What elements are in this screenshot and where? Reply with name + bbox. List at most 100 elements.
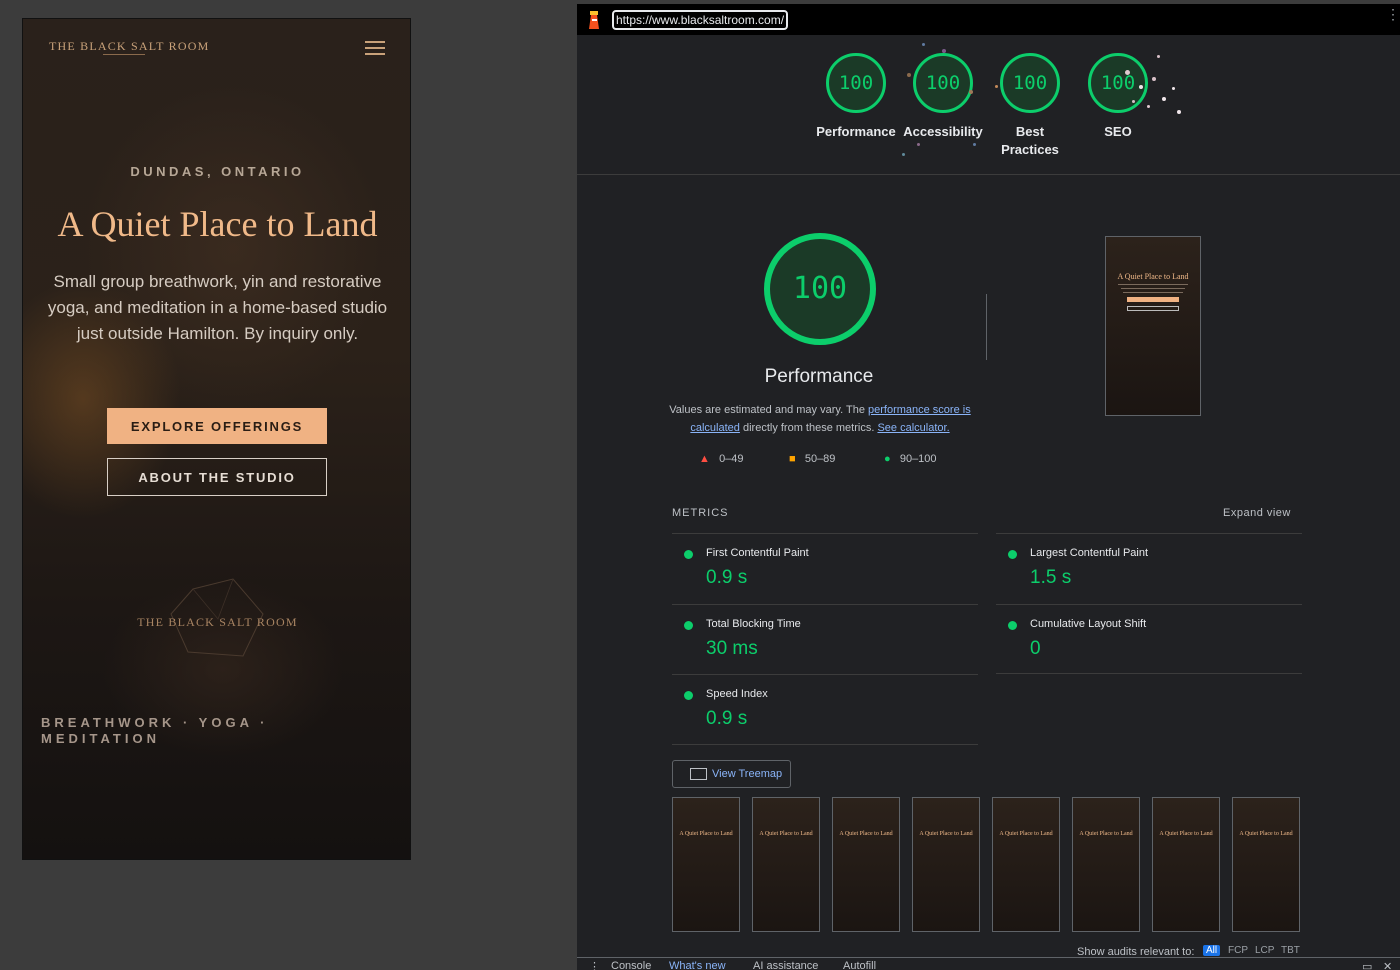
frame-title: A Quiet Place to Land (1239, 831, 1293, 837)
treemap-icon (690, 768, 707, 780)
pass-indicator-icon (1008, 621, 1017, 630)
report-topbar: https://www.blacksaltroom.com/ ⋮ (577, 4, 1400, 35)
treemap-label: View Treemap (712, 768, 783, 780)
filter-tbt[interactable]: TBT (1278, 945, 1303, 956)
metric-name: Speed Index (706, 688, 768, 700)
category-gauges: 100 Performance 100 Accessibility 100 Be… (577, 35, 1400, 175)
report-url[interactable]: https://www.blacksaltroom.com/ (612, 10, 789, 30)
lighthouse-report: https://www.blacksaltroom.com/ ⋮ 100 Per… (577, 4, 1400, 970)
tab-ai-assistance[interactable]: AI assistance (753, 960, 818, 970)
frame-title: A Quiet Place to Land (999, 831, 1053, 837)
filter-fcp[interactable]: FCP (1225, 945, 1251, 956)
gauge-best-practices[interactable]: 100 Best Practices (985, 53, 1075, 159)
gauge-score: 100 (913, 53, 973, 113)
lighthouse-logo-icon (589, 11, 599, 29)
drawer-menu-icon[interactable]: ⋮ (589, 960, 600, 970)
legend-fail: ▲ 0–49 (699, 453, 744, 465)
frame-title: A Quiet Place to Land (919, 831, 973, 837)
legend-pass: ● 90–100 (884, 453, 937, 465)
frame-title: A Quiet Place to Land (1159, 831, 1213, 837)
close-icon[interactable]: ✕ (1383, 960, 1392, 970)
legend-average: ■ 50–89 (789, 453, 835, 465)
dock-icon[interactable]: ▭ (1362, 960, 1372, 970)
devtools-drawer: ⋮ Console What's new AI assistance Autof… (577, 957, 1400, 970)
screenshot-title: A Quiet Place to Land (1117, 272, 1189, 281)
metric-name: First Contentful Paint (706, 547, 809, 559)
hero-title: A Quiet Place to Land (57, 204, 378, 244)
metric-value: 30 ms (706, 638, 758, 659)
gauge-score: 100 (826, 53, 886, 113)
location-eyebrow: DUNDAS, ONTARIO (130, 164, 305, 179)
desc-text: Values are estimated and may vary. The (669, 404, 868, 416)
metric-name: Cumulative Layout Shift (1030, 618, 1147, 630)
metric-tbt: Total Blocking Time 30 ms (672, 604, 978, 675)
metric-value: 0.9 s (706, 567, 748, 588)
footer-logo-text: THE BLACK SALT ROOM (137, 615, 298, 629)
filmstrip-frame: A Quiet Place to Land (1152, 797, 1220, 932)
frame-title: A Quiet Place to Land (1079, 831, 1133, 837)
filmstrip-frame: A Quiet Place to Land (1072, 797, 1140, 932)
gauge-label: Performance (816, 124, 896, 139)
pass-indicator-icon (684, 550, 693, 559)
triangle-icon: ▲ (699, 453, 710, 465)
hamburger-menu-icon[interactable] (365, 41, 385, 55)
legend-range: 90–100 (899, 453, 937, 465)
metric-value: 0 (1030, 638, 1041, 659)
pass-indicator-icon (684, 621, 693, 630)
gauge-performance[interactable]: 100 Performance (811, 53, 901, 141)
pass-indicator-icon (1008, 550, 1017, 559)
legend-range: 0–49 (719, 453, 744, 465)
legend-range: 50–89 (804, 453, 836, 465)
divider (986, 294, 987, 360)
metric-name: Largest Contentful Paint (1030, 547, 1149, 559)
gauge-score: 100 (1088, 53, 1148, 113)
expand-view-toggle[interactable]: Expand view (1223, 507, 1291, 519)
filmstrip-frame: A Quiet Place to Land (672, 797, 740, 932)
metric-cls: Cumulative Layout Shift 0 (996, 604, 1302, 675)
metric-fcp: First Contentful Paint 0.9 s (672, 533, 978, 604)
mobile-site-preview: THE BLACK SALT ROOM DUNDAS, ONTARIO A Qu… (22, 18, 411, 860)
tab-autofill[interactable]: Autofill (843, 960, 876, 970)
metric-speed-index: Speed Index 0.9 s (672, 674, 978, 745)
site-brand[interactable]: THE BLACK SALT ROOM (49, 39, 209, 54)
square-icon: ■ (789, 453, 796, 465)
filter-all[interactable]: All (1203, 945, 1221, 956)
filmstrip-frame: A Quiet Place to Land (992, 797, 1060, 932)
metric-name: Total Blocking Time (706, 618, 801, 630)
brand-underline (103, 54, 145, 55)
desc-text: directly from these metrics. (739, 422, 875, 434)
divider (996, 673, 1302, 674)
frame-title: A Quiet Place to Land (839, 831, 893, 837)
performance-title: Performance (764, 366, 874, 387)
site-tagline: BREATHWORK · YOGA · MEDITATION (41, 715, 269, 746)
performance-score-gauge: 100 (764, 233, 876, 345)
gauge-label: SEO (1104, 124, 1132, 139)
metric-value: 0.9 s (706, 708, 748, 729)
pass-indicator-icon (684, 691, 693, 700)
metric-lcp: Largest Contentful Paint 1.5 s (996, 533, 1302, 604)
gauge-seo[interactable]: 100 SEO (1073, 53, 1163, 141)
circle-icon: ● (884, 453, 891, 465)
see-calculator-link[interactable]: See calculator. (877, 422, 949, 434)
view-treemap-button[interactable]: View Treemap (672, 760, 791, 788)
final-screenshot[interactable]: A Quiet Place to Land (1105, 236, 1201, 416)
gauge-score: 100 (1000, 53, 1060, 113)
about-studio-button[interactable]: ABOUT THE STUDIO (107, 458, 327, 496)
tab-console[interactable]: Console (611, 960, 651, 970)
more-options-icon[interactable]: ⋮ (1386, 7, 1400, 21)
gauge-label: Accessibility (903, 124, 983, 139)
metrics-heading: METRICS (672, 507, 729, 519)
filter-lcp[interactable]: LCP (1252, 945, 1277, 956)
filmstrip-frame: A Quiet Place to Land (912, 797, 980, 932)
metric-value: 1.5 s (1030, 567, 1072, 588)
tab-whats-new[interactable]: What's new (669, 960, 726, 970)
performance-description: Values are estimated and may vary. The p… (669, 401, 971, 437)
frame-title: A Quiet Place to Land (759, 831, 813, 837)
explore-offerings-button[interactable]: EXPLORE OFFERINGS (107, 408, 327, 444)
gauge-accessibility[interactable]: 100 Accessibility (898, 53, 988, 141)
filmstrip-frame: A Quiet Place to Land (832, 797, 900, 932)
filmstrip-frame: A Quiet Place to Land (752, 797, 820, 932)
hero-description: Small group breathwork, yin and restorat… (47, 272, 388, 343)
gauge-label: Best Practices (1001, 124, 1059, 157)
filmstrip-frame: A Quiet Place to Land (1232, 797, 1300, 932)
